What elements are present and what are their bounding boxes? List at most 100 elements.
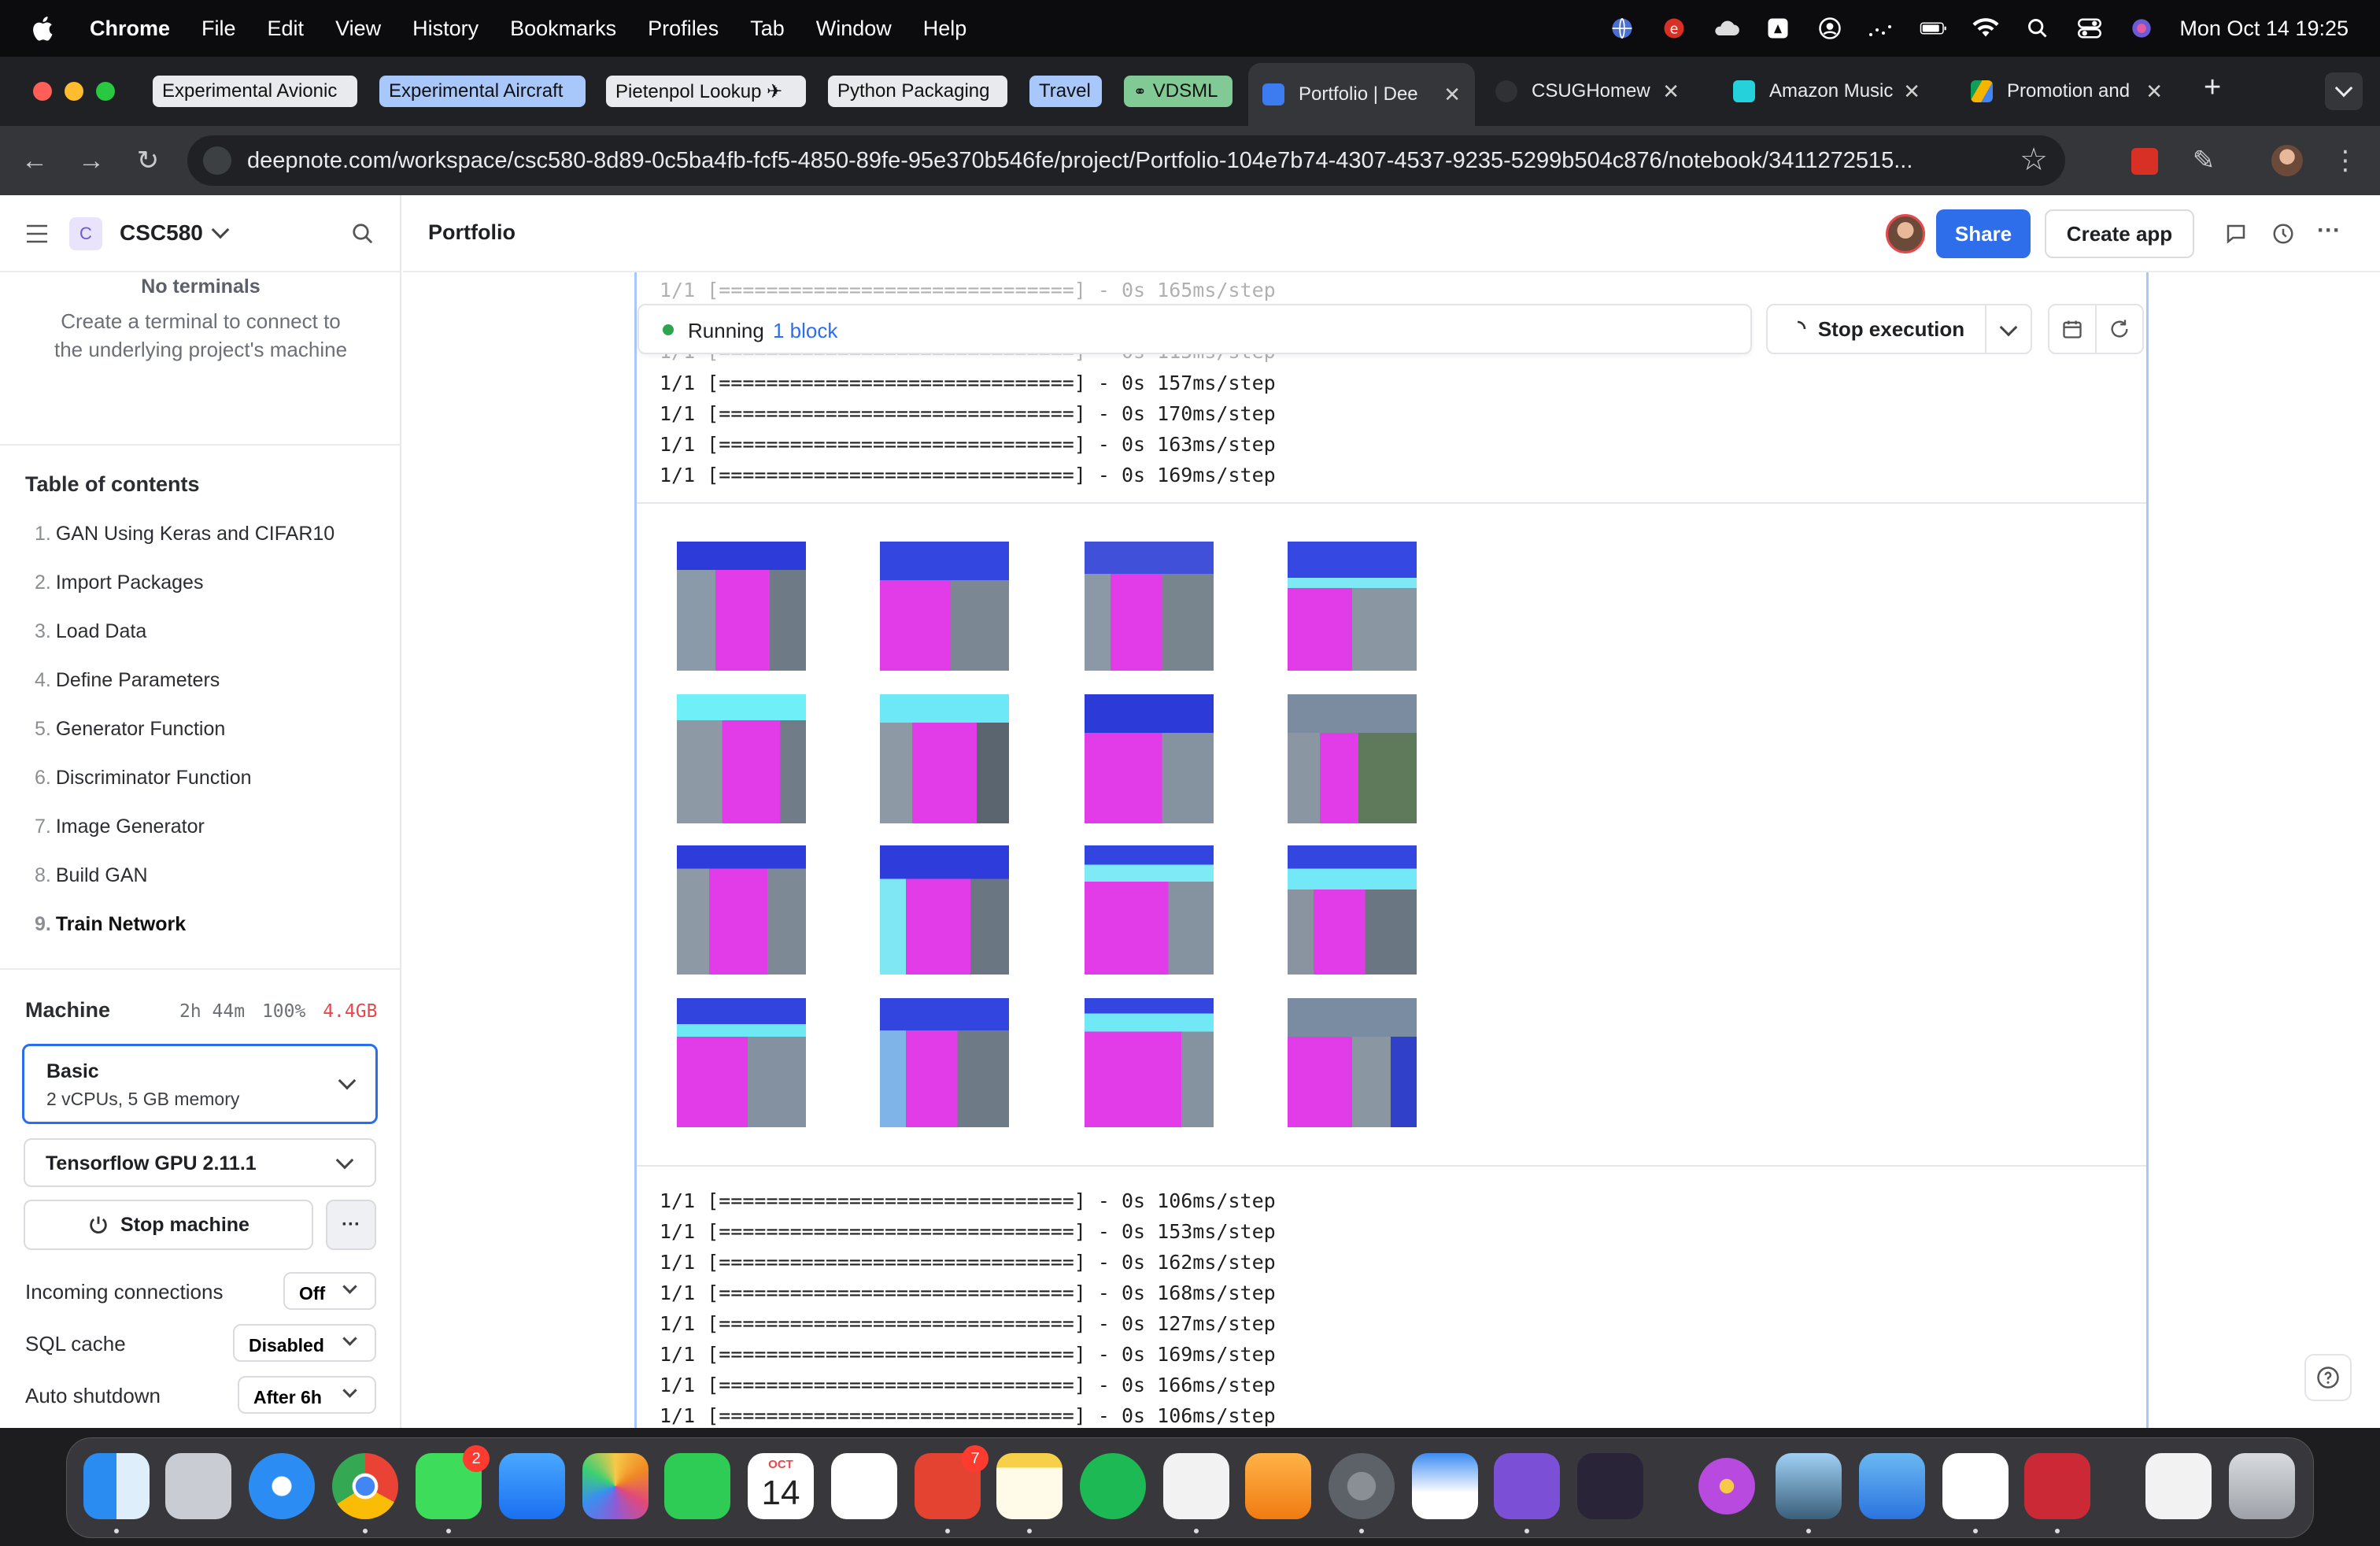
flower-app-icon[interactable] <box>1694 1453 1760 1519</box>
collaborator-avatar[interactable] <box>1886 214 1925 253</box>
stop-execution-button[interactable]: Stop execution <box>1766 304 1986 354</box>
back-arrow-icon[interactable]: ← <box>19 145 50 176</box>
toc-item[interactable]: 7. Image Generator <box>35 816 205 838</box>
workspace-name[interactable]: CSC580 <box>120 220 203 246</box>
chrome-menu-icon[interactable]: ⋮ <box>2330 145 2361 176</box>
tab-group-chip[interactable]: Travel <box>1029 76 1102 107</box>
tab-group-chip[interactable]: Experimental Avionic <box>153 76 357 107</box>
toc-item[interactable]: 3. Load Data <box>35 620 146 643</box>
drive-icon[interactable] <box>1764 14 1792 43</box>
tab-portfolio[interactable]: Portfolio | Dee ✕ <box>1248 63 1475 126</box>
menu-window[interactable]: Window <box>816 17 892 41</box>
comments-icon[interactable] <box>2224 222 2248 246</box>
menu-bookmarks[interactable]: Bookmarks <box>510 17 616 41</box>
create-app-button[interactable]: Create app <box>2045 209 2194 258</box>
vscode-icon[interactable] <box>1942 1453 2009 1519</box>
facetime-icon[interactable] <box>664 1453 730 1519</box>
spotlight-search-icon[interactable] <box>2023 14 2052 43</box>
activity-icon[interactable] <box>1868 14 1896 43</box>
scanner-icon[interactable] <box>2145 1453 2212 1519</box>
environment-select[interactable]: Tensorflow GPU 2.11.1 <box>24 1138 376 1187</box>
running-block-link[interactable]: 1 block <box>773 319 837 343</box>
window-minimize-button[interactable] <box>65 82 83 101</box>
toc-item[interactable]: 1. GAN Using Keras and CIFAR10 <box>35 523 334 546</box>
profile-avatar[interactable] <box>2271 145 2303 176</box>
rerun-button[interactable] <box>2095 304 2144 354</box>
auto-shutdown-select[interactable]: After 6h <box>238 1376 376 1414</box>
machine-tier-select[interactable]: Basic 2 vCPUs, 5 GB memory <box>22 1044 378 1124</box>
globe-status-icon[interactable] <box>1608 14 1636 43</box>
toc-item[interactable]: 2. Import Packages <box>35 571 203 594</box>
tab-amazon-music[interactable]: Amazon Music ✕ <box>1719 66 1935 117</box>
obsidian-icon[interactable] <box>1577 1453 1643 1519</box>
reminders-icon[interactable] <box>831 1453 897 1519</box>
control-center-icon[interactable] <box>2075 14 2104 43</box>
menu-history[interactable]: History <box>412 17 479 41</box>
schedule-button[interactable] <box>2048 304 2097 354</box>
menu-help[interactable]: Help <box>923 17 967 41</box>
mail-icon[interactable] <box>499 1453 565 1519</box>
battery-icon[interactable] <box>1920 14 1948 43</box>
workspace-avatar[interactable]: C <box>69 217 102 250</box>
tab-search-button[interactable] <box>2325 72 2363 110</box>
menu-app-name[interactable]: Chrome <box>90 17 170 41</box>
spotify-icon[interactable] <box>1080 1453 1146 1519</box>
stop-machine-button[interactable]: Stop machine <box>24 1200 313 1250</box>
close-tab-icon[interactable]: ✕ <box>1443 83 1461 107</box>
workspace-chevron-icon[interactable] <box>211 220 230 239</box>
toc-item[interactable]: 8. Build GAN <box>35 864 148 887</box>
menu-edit[interactable]: Edit <box>268 17 305 41</box>
swift-playgrounds-icon[interactable] <box>1859 1453 1925 1519</box>
tab-group-chip[interactable]: Python Packaging <box>828 76 1007 107</box>
close-tab-icon[interactable]: ✕ <box>2145 80 2163 104</box>
close-tab-icon[interactable]: ✕ <box>1662 80 1680 104</box>
github-desktop-icon[interactable] <box>1494 1453 1560 1519</box>
share-button[interactable]: Share <box>1936 209 2031 258</box>
tab-promotion[interactable]: Promotion and ✕ <box>1957 66 2177 117</box>
tab-group-chip[interactable]: ⚭ VDSML <box>1124 76 1232 107</box>
zotero-icon[interactable] <box>2024 1453 2090 1519</box>
tab-group-chip[interactable]: Pietenpol Lookup ✈ <box>606 76 806 107</box>
trash-icon[interactable] <box>2229 1453 2295 1519</box>
menu-profiles[interactable]: Profiles <box>648 17 719 41</box>
user-status-icon[interactable] <box>1816 14 1844 43</box>
search-icon[interactable] <box>351 222 375 246</box>
toc-item[interactable]: 5. Generator Function <box>35 718 225 741</box>
extension-icon[interactable] <box>2131 148 2158 175</box>
extensions-puzzle-icon[interactable]: ✎ <box>2188 145 2219 176</box>
preview-icon[interactable] <box>1163 1453 1229 1519</box>
safari-icon[interactable] <box>249 1453 315 1519</box>
toc-item[interactable]: 6. Discriminator Function <box>35 767 252 790</box>
site-info-icon[interactable] <box>203 146 231 175</box>
help-button[interactable] <box>2304 1354 2352 1401</box>
app-store-alt-icon[interactable] <box>1776 1453 1842 1519</box>
hamburger-menu-icon[interactable] <box>25 224 49 244</box>
cloud-icon[interactable] <box>1712 14 1740 43</box>
e-status-icon[interactable]: e <box>1660 14 1688 43</box>
machine-more-button[interactable]: ··· <box>326 1200 376 1250</box>
chrome-icon[interactable] <box>332 1453 398 1519</box>
window-zoom-button[interactable] <box>96 82 115 101</box>
pages-icon[interactable] <box>1245 1453 1311 1519</box>
new-tab-button[interactable]: + <box>2204 71 2221 105</box>
finder-icon[interactable] <box>83 1453 150 1519</box>
menu-view[interactable]: View <box>335 17 381 41</box>
more-options-icon[interactable]: ··· <box>2317 217 2341 244</box>
history-icon[interactable] <box>2271 222 2295 246</box>
notes-icon[interactable] <box>996 1453 1062 1519</box>
tab-csug[interactable]: CSUGHomew ✕ <box>1481 66 1694 117</box>
bookmark-star-icon[interactable]: ☆ <box>2020 142 2048 178</box>
tab-group-chip[interactable]: Experimental Aircraft <box>379 76 586 107</box>
launchpad-icon[interactable] <box>165 1453 231 1519</box>
forward-arrow-icon[interactable]: → <box>76 145 107 176</box>
window-close-button[interactable] <box>33 82 52 101</box>
wifi-icon[interactable] <box>1972 14 2000 43</box>
notebook-title[interactable]: Portfolio <box>428 220 516 245</box>
menu-file[interactable]: File <box>201 17 236 41</box>
reload-icon[interactable]: ↻ <box>132 145 164 176</box>
system-settings-icon[interactable] <box>1329 1453 1395 1519</box>
execution-dropdown-button[interactable] <box>1985 304 2032 354</box>
keynote-icon[interactable] <box>1412 1453 1478 1519</box>
toc-item-active[interactable]: 9. Train Network <box>35 913 186 936</box>
sql-cache-select[interactable]: Disabled <box>233 1324 376 1362</box>
